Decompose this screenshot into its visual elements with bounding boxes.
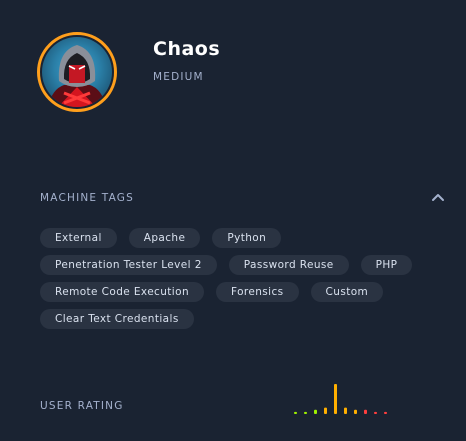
tag-row: External Apache Python [40,228,282,248]
tag-python[interactable]: Python [212,228,282,248]
rating-bar [314,409,317,414]
rating-bar [344,407,347,414]
machine-name: Chaos [153,38,221,60]
rating-bar [334,384,337,414]
rating-bar [384,411,387,414]
tag-row: Remote Code Execution Forensics Custom [40,282,384,302]
tag-external[interactable]: External [40,228,117,248]
user-rating-heading: USER RATING [40,400,124,412]
tag-password-reuse[interactable]: Password Reuse [228,255,349,275]
tag-remote-code-execution[interactable]: Remote Code Execution [40,282,204,302]
tag-apache[interactable]: Apache [128,228,201,248]
tag-row: Penetration Tester Level 2 Password Reus… [40,255,413,275]
user-rating-chart [294,384,387,414]
chevron-up-icon[interactable] [430,190,446,206]
tag-php[interactable]: PHP [360,255,413,275]
tag-penetration-tester-level-2[interactable]: Penetration Tester Level 2 [40,255,217,275]
difficulty-label: MEDIUM [153,71,204,83]
rating-bar [294,411,297,414]
rating-bar [304,411,307,414]
rating-bar [324,407,327,414]
rating-bar [354,409,357,414]
machine-tags-heading: MACHINE TAGS [40,192,135,204]
avatar [37,32,117,112]
tag-custom[interactable]: Custom [310,282,384,302]
rating-bar [374,411,377,414]
tag-clear-text-credentials[interactable]: Clear Text Credentials [40,309,194,329]
rating-bar [364,409,367,414]
hooded-ninja-avatar-icon [42,37,112,107]
tag-row: Clear Text Credentials [40,309,194,329]
tag-forensics[interactable]: Forensics [216,282,299,302]
